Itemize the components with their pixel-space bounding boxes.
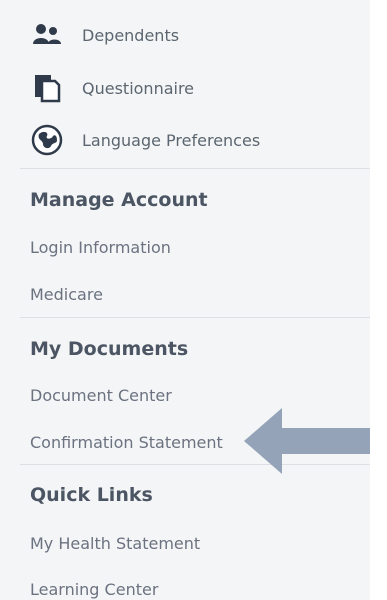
- sidebar-link-document-center[interactable]: Document Center: [30, 386, 172, 405]
- sidebar-item-questionnaire[interactable]: Questionnaire: [30, 71, 330, 105]
- sidebar-item-label: Dependents: [82, 25, 180, 45]
- globe-icon: [30, 123, 64, 157]
- sidebar-link-my-health-statement[interactable]: My Health Statement: [30, 534, 200, 553]
- content-edge: [370, 0, 387, 600]
- divider: [20, 168, 370, 169]
- divider: [20, 317, 370, 318]
- sidebar-item-label: Questionnaire: [82, 78, 195, 98]
- sidebar-link-medicare[interactable]: Medicare: [30, 285, 103, 304]
- section-title-quick-links: Quick Links: [30, 484, 153, 506]
- sidebar-link-login-information[interactable]: Login Information: [30, 238, 171, 257]
- sidebar-panel: Dependents Questionnaire Language Prefer…: [0, 0, 370, 600]
- sidebar-link-confirmation-statement[interactable]: Confirmation Statement: [30, 433, 223, 452]
- pointer-arrow-icon: [244, 408, 370, 474]
- section-title-my-documents: My Documents: [30, 338, 189, 360]
- section-title-manage-account: Manage Account: [30, 189, 208, 211]
- sidebar-link-learning-center[interactable]: Learning Center: [30, 580, 158, 599]
- documents-icon: [30, 71, 64, 105]
- sidebar-item-language-preferences[interactable]: Language Preferences: [30, 123, 330, 157]
- people-icon: [30, 18, 64, 52]
- sidebar-item-label: Language Preferences: [82, 130, 261, 150]
- sidebar-item-dependents[interactable]: Dependents: [30, 18, 330, 52]
